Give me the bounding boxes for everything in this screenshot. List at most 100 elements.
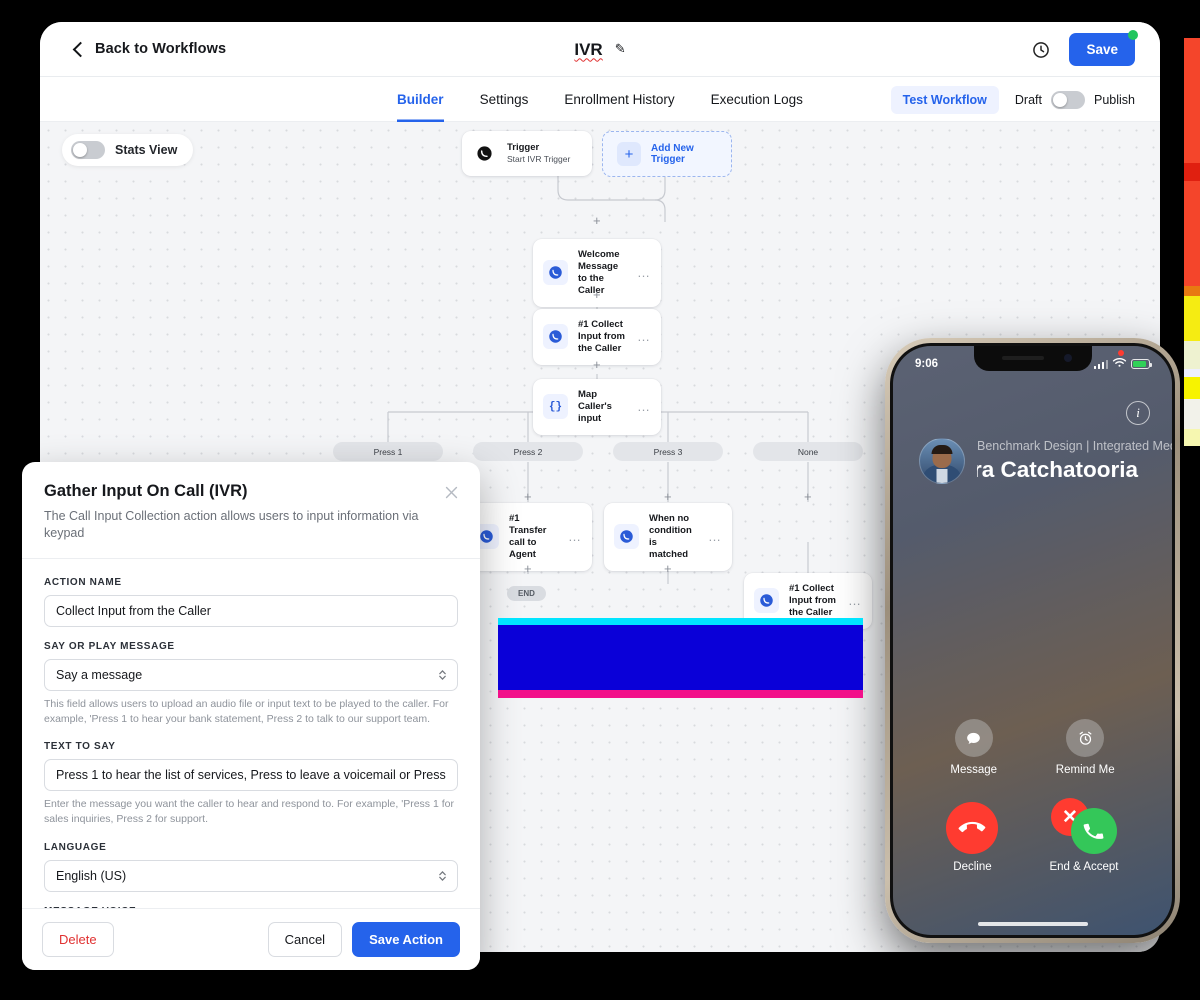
- action-name-input[interactable]: [44, 594, 458, 627]
- decline-action[interactable]: Decline: [946, 802, 999, 873]
- node-menu-icon[interactable]: …: [708, 529, 722, 544]
- branch-none[interactable]: None: [753, 442, 863, 461]
- phone-down-icon: [946, 802, 999, 854]
- phone-call-icon: [754, 588, 779, 614]
- node-menu-icon[interactable]: …: [637, 329, 651, 344]
- clock-history-icon[interactable]: [1031, 40, 1051, 60]
- add-step-plus-icon[interactable]: +: [664, 562, 672, 575]
- remind-me-action[interactable]: Remind Me: [1056, 719, 1115, 776]
- end-and-accept-action-label: End & Accept: [1049, 861, 1119, 873]
- gather-input-modal: Gather Input On Call (IVR) The Call Inpu…: [22, 462, 480, 970]
- add-step-plus-icon[interactable]: +: [524, 490, 532, 503]
- tabs-bar: Builder Settings Enrollment History Exec…: [40, 77, 1160, 122]
- draft-label: Draft: [1014, 92, 1042, 107]
- publish-toggle[interactable]: [1051, 90, 1085, 109]
- node-menu-icon[interactable]: …: [848, 593, 862, 608]
- caller-text: Benchmark Design | Integrated Media Solu…: [977, 439, 1172, 483]
- cancel-button[interactable]: Cancel: [267, 922, 343, 957]
- top-bar-actions: Save: [1031, 22, 1138, 77]
- chat-bubble-icon: [954, 719, 993, 757]
- field-language: LANGUAGE English (US): [44, 842, 458, 892]
- save-action-button[interactable]: Save Action: [352, 922, 460, 957]
- branch-press-3[interactable]: Press 3: [613, 442, 723, 461]
- branch-press-1[interactable]: Press 1: [333, 442, 443, 461]
- chevron-updown-icon: [438, 869, 447, 882]
- end-and-accept-action[interactable]: ✕ End & Accept: [1049, 798, 1119, 873]
- avatar: [919, 438, 965, 484]
- add-step-plus-icon[interactable]: +: [664, 490, 672, 503]
- remind-me-action-label: Remind Me: [1055, 764, 1115, 776]
- modal-footer-actions: Cancel Save Action: [267, 922, 460, 957]
- incoming-caller-info: Benchmark Design | Integrated Media Solu…: [893, 438, 1172, 484]
- chevron-updown-icon: [438, 668, 447, 681]
- stats-view-toggle[interactable]: Stats View: [62, 134, 194, 166]
- node-menu-icon[interactable]: …: [637, 399, 651, 414]
- add-step-plus-icon[interactable]: +: [804, 490, 812, 503]
- render-artifact-strip: [498, 618, 863, 698]
- language-select[interactable]: English (US): [44, 859, 458, 892]
- field-say-or-play: SAY OR PLAY MESSAGE Say a message This f…: [44, 641, 458, 727]
- add-new-trigger-label: Add New Trigger: [651, 143, 694, 165]
- node-map-callers-input-label: Map Caller's input: [578, 389, 612, 424]
- secondary-actions-row: Message Remind Me: [893, 719, 1172, 776]
- back-label: Back to Workflows: [95, 41, 227, 57]
- modal-subtitle: The Call Input Collection action allows …: [44, 509, 419, 540]
- save-button[interactable]: Save: [1069, 30, 1138, 66]
- tabs-list: Builder Settings Enrollment History Exec…: [397, 77, 803, 122]
- page-title[interactable]: IVR: [574, 40, 602, 60]
- text-to-say-input[interactable]: [44, 759, 458, 792]
- phone-call-icon: [472, 141, 497, 166]
- info-circle-icon[interactable]: i: [1126, 401, 1150, 425]
- add-new-trigger-button[interactable]: + Add New Trigger: [602, 131, 732, 177]
- node-trigger-title: Trigger: [507, 142, 540, 154]
- add-step-plus-icon[interactable]: +: [593, 288, 601, 301]
- primary-actions-row: Decline ✕ End & Accept: [893, 798, 1172, 873]
- status-indicators: [1093, 357, 1152, 371]
- field-action-name-label: ACTION NAME: [44, 576, 122, 588]
- node-menu-icon[interactable]: …: [637, 265, 651, 280]
- field-language-label: LANGUAGE: [44, 841, 107, 853]
- render-artifact-column: [1184, 38, 1200, 446]
- top-bar: Back to Workflows IVR ✎ Save: [40, 22, 1160, 77]
- tab-settings[interactable]: Settings: [480, 77, 529, 122]
- tab-builder[interactable]: Builder: [397, 77, 444, 122]
- close-icon[interactable]: [443, 484, 460, 501]
- artifact-cyan-band: [498, 618, 863, 625]
- toggle-knob: [73, 143, 87, 157]
- field-text-to-say: TEXT TO SAY Enter the message you want t…: [44, 741, 458, 827]
- stats-view-switch[interactable]: [71, 141, 105, 159]
- phone-call-icon: [614, 524, 639, 550]
- modal-title: Gather Input On Call (IVR): [44, 482, 248, 500]
- avatar-shirt: [936, 469, 948, 483]
- add-step-plus-icon[interactable]: +: [593, 214, 601, 227]
- message-action[interactable]: Message: [950, 719, 997, 776]
- status-time: 9:06: [915, 358, 939, 370]
- add-step-plus-icon[interactable]: +: [524, 562, 532, 575]
- pencil-icon[interactable]: ✎: [615, 41, 626, 57]
- field-say-or-play-help: This field allows users to upload an aud…: [44, 697, 449, 725]
- draft-publish-toggle-group: Draft Publish: [1014, 90, 1135, 109]
- node-trigger[interactable]: Trigger Start IVR Trigger: [462, 131, 592, 176]
- artifact-magenta-band: [498, 690, 863, 698]
- test-workflow-button[interactable]: Test Workflow: [890, 85, 999, 114]
- tab-enrollment-history[interactable]: Enrollment History: [564, 77, 674, 122]
- phone-status-bar: 9:06: [893, 354, 1172, 374]
- delete-button[interactable]: Delete: [42, 922, 114, 957]
- node-menu-icon[interactable]: …: [568, 529, 582, 544]
- modal-body[interactable]: ACTION NAME SAY OR PLAY MESSAGE Say a me…: [22, 559, 480, 908]
- node-map-callers-input[interactable]: {} Map Caller's input …: [533, 379, 661, 435]
- say-or-play-select[interactable]: Say a message: [44, 658, 458, 691]
- publish-label: Publish: [1094, 92, 1135, 107]
- decline-action-label: Decline: [953, 861, 992, 873]
- unsaved-changes-badge: [1128, 30, 1138, 40]
- tab-execution-logs[interactable]: Execution Logs: [711, 77, 803, 122]
- add-step-plus-icon[interactable]: +: [593, 358, 601, 371]
- node-trigger-text: Trigger Start IVR Trigger: [507, 142, 582, 165]
- accept-call-icon: [1070, 808, 1117, 854]
- wifi-icon: [1112, 357, 1127, 371]
- stats-view-label: Stats View: [115, 143, 178, 157]
- phone-call-icon: [543, 260, 568, 286]
- caller-organization: Benchmark Design | Integrated Media Solu…: [977, 439, 1172, 454]
- branch-press-2[interactable]: Press 2: [473, 442, 583, 461]
- back-to-workflows-button[interactable]: Back to Workflows: [72, 41, 227, 57]
